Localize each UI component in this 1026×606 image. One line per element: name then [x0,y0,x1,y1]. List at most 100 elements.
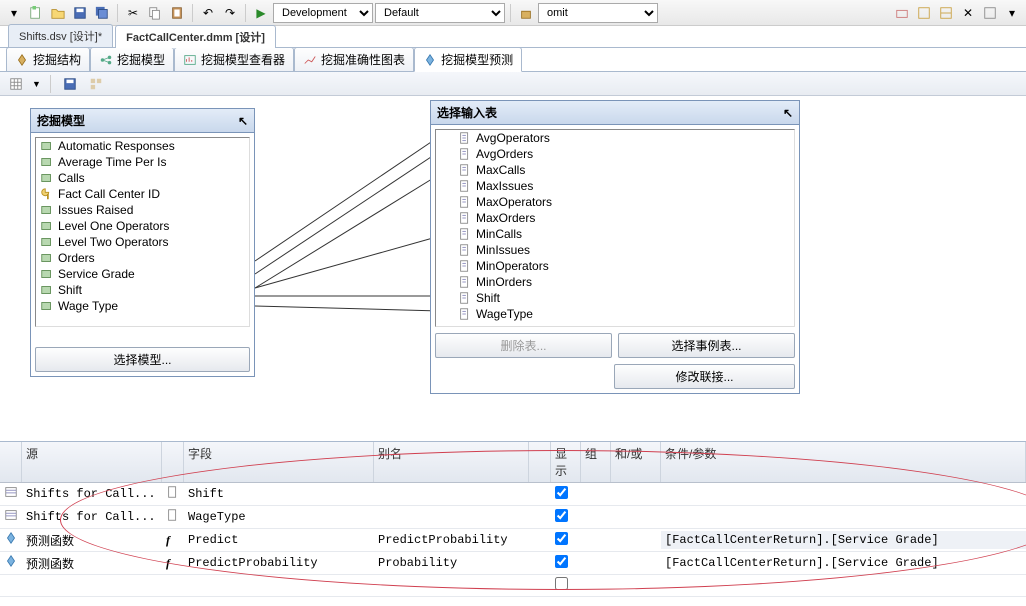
undo-icon[interactable]: ↶ [198,3,218,23]
list-item[interactable]: Issues Raised [36,202,249,218]
dropdown-arrow-icon[interactable]: ▼ [32,79,41,89]
mining-model-columns[interactable]: Automatic Responses Average Time Per Is … [35,137,250,327]
list-item[interactable]: Wage Type [36,298,249,314]
more-icon[interactable]: ▾ [1002,3,1022,23]
cell-alias[interactable]: Probability [374,554,529,572]
col-andor: 和/或 [611,442,661,482]
list-item[interactable]: MaxIssues [454,178,794,194]
cut-icon[interactable]: ✂ [123,3,143,23]
list-item[interactable]: MinCalls [454,226,794,242]
redo-icon[interactable]: ↷ [220,3,240,23]
show-checkbox[interactable] [555,486,568,499]
doc-tab-factcallcenter[interactable]: FactCallCenter.dmm [设计] [115,25,276,48]
grid-row[interactable]: Shifts for Call... Shift [0,483,1026,506]
input-table-columns[interactable]: AvgOperators AvgOrders MaxCalls MaxIssue… [435,129,795,327]
play-icon[interactable]: ▶ [251,3,271,23]
app-toolbar: ▾ ✂ ↶ ↷ ▶ Development Default omit ✕ ▾ [0,0,1026,26]
list-item[interactable]: WageType [454,306,794,322]
cell-field[interactable]: PredictProbability [184,554,374,572]
cell-field[interactable]: Predict [184,531,374,549]
grid-view-icon[interactable] [6,74,26,94]
list-item[interactable]: MaxCalls [454,162,794,178]
function-icon: f [162,554,184,573]
show-checkbox[interactable] [555,532,568,545]
cell-alias[interactable] [374,492,529,496]
paste-icon[interactable] [167,3,187,23]
target-combo[interactable]: omit [538,3,658,23]
cell-criteria[interactable] [661,515,1026,519]
list-item[interactable]: Calls [36,170,249,186]
tab-mining-prediction[interactable]: 挖掘模型预测 [414,47,522,72]
cell-alias[interactable] [374,515,529,519]
tab-mining-viewer[interactable]: 挖掘模型查看器 [174,47,294,71]
list-item[interactable]: Shift [36,282,249,298]
grid-row[interactable]: 预测函数 f PredictProbability Probability [F… [0,552,1026,575]
window-icon-1[interactable] [892,3,912,23]
save-icon[interactable] [70,3,90,23]
show-checkbox[interactable] [555,555,568,568]
platform-combo[interactable]: Default [375,3,505,23]
input-table-panel: 选择输入表 ↖ AvgOperators AvgOrders MaxCalls … [430,100,800,394]
list-item[interactable]: MinOperators [454,258,794,274]
list-item[interactable]: Shift [454,290,794,306]
tab-mining-accuracy[interactable]: 挖掘准确性图表 [294,47,414,71]
cell-criteria[interactable] [661,492,1026,496]
deploy-icon[interactable] [516,3,536,23]
cell-source[interactable]: 预测函数 [22,530,162,551]
table-icon [4,508,18,522]
tab-mining-models[interactable]: 挖掘模型 [90,47,174,71]
cell-criteria[interactable]: [FactCallCenterReturn].[Service Grade] [661,531,1026,549]
grid-row[interactable]: Shifts for Call... WageType [0,506,1026,529]
list-item[interactable]: Automatic Responses [36,138,249,154]
list-item[interactable]: MinIssues [454,242,794,258]
dropdown-icon[interactable]: ▾ [4,3,24,23]
list-item[interactable]: Fact Call Center ID [36,186,249,202]
list-item[interactable]: AvgOrders [454,146,794,162]
select-model-button[interactable]: 选择模型... [35,347,250,372]
config-combo[interactable]: Development [273,3,373,23]
collapse-icon[interactable]: ↖ [783,106,793,120]
window-icon-2[interactable] [914,3,934,23]
design-canvas: 挖掘模型 ↖ Automatic Responses Average Time … [0,96,1026,442]
show-checkbox[interactable] [555,509,568,522]
show-checkbox[interactable] [555,577,568,590]
collapse-icon[interactable]: ↖ [238,114,248,128]
cell-criteria[interactable]: [FactCallCenterReturn].[Service Grade] [661,554,1026,572]
list-item[interactable]: AvgOperators [454,130,794,146]
cell-field[interactable]: WageType [184,508,374,526]
save-query-icon[interactable] [60,74,80,94]
cell-source[interactable]: 预测函数 [22,553,162,574]
grid-row-empty[interactable] [0,575,1026,597]
singleton-query-icon[interactable] [86,74,106,94]
column-icon [166,508,180,522]
modify-join-button[interactable]: 修改联接... [614,364,795,389]
select-case-table-button[interactable]: 选择事例表... [618,333,795,358]
copy-icon[interactable] [145,3,165,23]
doc-tab-shifts[interactable]: Shifts.dsv [设计]* [8,24,113,47]
tools-icon[interactable]: ✕ [958,3,978,23]
new-project-icon[interactable] [26,3,46,23]
window-icon-3[interactable] [936,3,956,23]
col-show: 显示 [551,442,581,482]
input-table-panel-title: 选择输入表 ↖ [431,101,799,125]
list-item[interactable]: MaxOrders [454,210,794,226]
cell-alias[interactable]: PredictProbability [374,531,529,549]
list-item[interactable]: Service Grade [36,266,249,282]
document-tabs: Shifts.dsv [设计]* FactCallCenter.dmm [设计] [0,26,1026,48]
cell-source[interactable]: Shifts for Call... [22,508,162,526]
list-item[interactable]: Level Two Operators [36,234,249,250]
delete-table-button[interactable]: 删除表... [435,333,612,358]
list-item[interactable]: Level One Operators [36,218,249,234]
grid-row[interactable]: 预测函数 f Predict PredictProbability [FactC… [0,529,1026,552]
list-item[interactable]: MaxOperators [454,194,794,210]
list-item[interactable]: MinOrders [454,274,794,290]
cell-source[interactable]: Shifts for Call... [22,485,162,503]
list-item[interactable]: Average Time Per Is [36,154,249,170]
open-icon[interactable] [48,3,68,23]
list-item[interactable]: Orders [36,250,249,266]
cell-field[interactable]: Shift [184,485,374,503]
options-icon[interactable] [980,3,1000,23]
tab-mining-structure[interactable]: 挖掘结构 [6,47,90,71]
function-icon: f [162,531,184,550]
save-all-icon[interactable] [92,3,112,23]
